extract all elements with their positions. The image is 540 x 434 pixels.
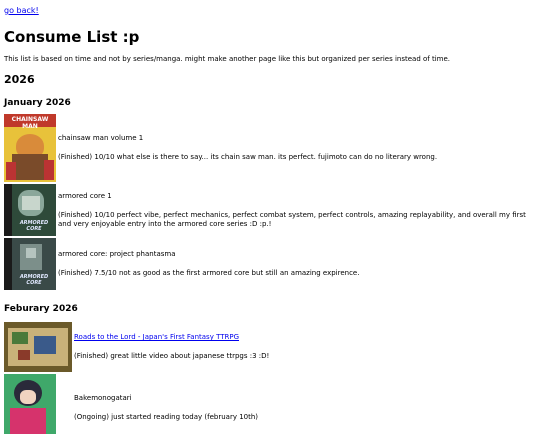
entry-text: armored core: project phantasma (Finishe…	[56, 250, 359, 278]
page-intro: This list is based on time and not by se…	[4, 55, 451, 63]
chainsaw-man-cover-image: CHAINSAW MAN	[4, 114, 56, 182]
entry-title: armored core 1	[58, 191, 112, 200]
roads-to-the-lord-thumbnail	[4, 322, 72, 372]
entry-status: (Finished) 10/10 what else is there to s…	[58, 153, 438, 161]
entry-text: chainsaw man volume 1 (Finished) 10/10 w…	[56, 134, 437, 162]
list-item: Roads to the Lord - Japan's First Fantas…	[4, 322, 536, 372]
page: go back! Consume List :p This list is ba…	[0, 0, 540, 434]
entry-title: armored core: project phantasma	[58, 250, 176, 258]
page-title: Consume List :p	[4, 28, 140, 46]
list-item: CHAINSAW MAN chainsaw man volume 1 (Fini…	[4, 114, 536, 182]
entry-status: (Finished) great little video about japa…	[74, 352, 270, 360]
month-heading-february-2026: Feburary 2026	[4, 304, 78, 314]
cover-title-text: CHAINSAW MAN	[11, 116, 49, 130]
entry-text: armored core 1 (Finished) 10/10 perfect …	[56, 192, 536, 229]
month-heading-january-2026: January 2026	[4, 98, 71, 108]
list-item: ARMORED CORE armored core 1 (Finished) 1…	[4, 184, 536, 236]
entry-status: (Finished) 10/10 perfect vibe, perfect m…	[58, 210, 526, 228]
entry-text: Bakemonogatari (Ongoing) just started re…	[72, 374, 258, 422]
entry-title: Bakemonogatari	[74, 394, 132, 402]
entry-status: (Finished) 7.5/10 not as good as the fir…	[58, 269, 360, 277]
go-back-link[interactable]: go back!	[4, 6, 536, 15]
armored-core-cover-image: ARMORED CORE	[4, 184, 56, 236]
roads-to-the-lord-link[interactable]: Roads to the Lord - Japan's First Fantas…	[74, 333, 239, 341]
cover-title-text: ARMORED CORE	[19, 220, 49, 232]
armored-core-project-phantasma-cover-image: ARMORED CORE	[4, 238, 56, 290]
year-heading-2026: 2026	[4, 73, 35, 86]
cover-title-text: ARMORED CORE	[19, 274, 49, 286]
bakemonogatari-cover-image	[4, 374, 56, 434]
list-item: Bakemonogatari (Ongoing) just started re…	[4, 374, 536, 434]
list-item: ARMORED CORE armored core: project phant…	[4, 238, 536, 290]
entry-text: Roads to the Lord - Japan's First Fantas…	[72, 333, 269, 361]
entry-status: (Ongoing) just started reading today (fe…	[74, 413, 259, 421]
entry-title: chainsaw man volume 1	[58, 134, 144, 142]
